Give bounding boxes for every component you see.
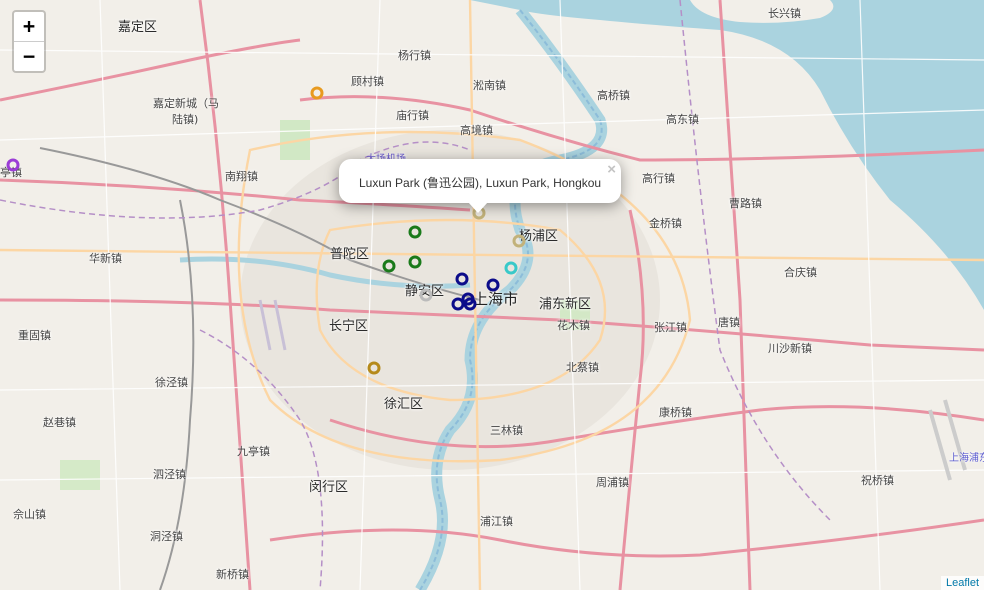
- popup-close-button[interactable]: ×: [607, 161, 616, 178]
- marker-purple-1[interactable]: [6, 158, 20, 172]
- zoom-in-button[interactable]: +: [14, 12, 44, 41]
- marker-gray-1[interactable]: [419, 288, 433, 302]
- marker-popup: Luxun Park (鲁迅公园), Luxun Park, Hongkou ×: [339, 159, 621, 213]
- marker-navy-2[interactable]: [486, 278, 500, 292]
- attribution: Leaflet: [940, 576, 984, 590]
- marker-tan-1[interactable]: [512, 234, 526, 248]
- marker-green-3[interactable]: [408, 255, 422, 269]
- marker-navy-4[interactable]: [451, 297, 465, 311]
- marker-green-2[interactable]: [382, 259, 396, 273]
- popup-tip: [468, 202, 488, 213]
- marker-cyan-1[interactable]: [504, 261, 518, 275]
- marker-green-1[interactable]: [408, 225, 422, 239]
- zoom-control: + −: [12, 10, 46, 73]
- marker-layer: [6, 86, 526, 375]
- marker-olive-1[interactable]: [367, 361, 381, 375]
- map-container[interactable]: 嘉定区 嘉定新城（马 陆镇) 顾村镇 庙行镇 杨行镇 淞南镇 高境镇 高桥镇 高…: [0, 0, 984, 590]
- leaflet-link[interactable]: Leaflet: [946, 577, 979, 589]
- marker-orange-1[interactable]: [310, 86, 324, 100]
- marker-navy-1[interactable]: [455, 272, 469, 286]
- zoom-out-button[interactable]: −: [14, 41, 44, 71]
- popup-content: Luxun Park (鲁迅公园), Luxun Park, Hongkou: [359, 176, 602, 190]
